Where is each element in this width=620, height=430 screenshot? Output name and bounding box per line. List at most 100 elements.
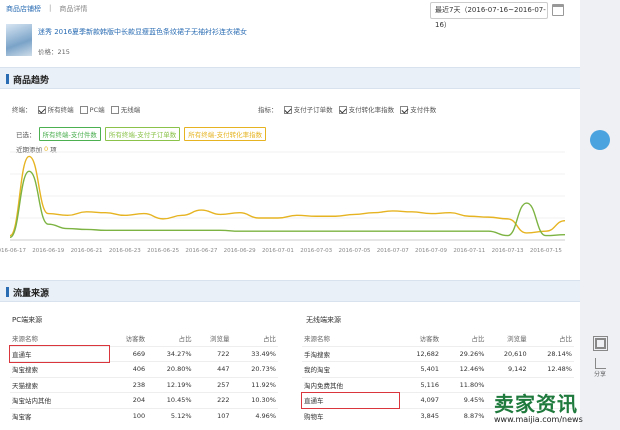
source-value: 5,401: [398, 361, 442, 377]
x-tick-label: 2016-06-17: [0, 248, 26, 254]
pc-col-header: 访客数: [125, 335, 146, 344]
table-row[interactable]: 淘宝搜索 406 20.80% 447 20.73%: [10, 361, 278, 377]
source-value: 29.26%: [441, 345, 487, 362]
pc-col-header: 占比: [263, 335, 276, 344]
x-tick-label: 2016-07-05: [338, 248, 370, 254]
x-tick-label: 2016-07-11: [453, 248, 485, 254]
option-label: PC端: [89, 106, 105, 114]
source-value: 9,142: [486, 361, 529, 377]
x-tick-label: 2016-06-25: [147, 248, 179, 254]
product-title[interactable]: 迷秀 2016夏季新款韩版中长款显瘦蓝色条纹裙子无袖衬衫连衣裙女: [38, 27, 247, 37]
metric-option-conversion[interactable]: 支付转化率指数: [338, 104, 394, 114]
source-value: 257: [193, 376, 232, 393]
x-tick-label: 2016-06-29: [224, 248, 256, 254]
source-value: 4.96%: [231, 407, 278, 424]
source-value: 11.92%: [231, 376, 278, 393]
section-accent-bar: [6, 74, 9, 84]
source-value: 12.48%: [528, 361, 574, 377]
source-value: 33.49%: [231, 345, 278, 362]
source-name[interactable]: 淘宝搜索: [10, 361, 110, 377]
source-name[interactable]: 淘宝客: [10, 407, 110, 424]
x-tick-label: 2016-07-01: [262, 248, 294, 254]
source-value: 11.80%: [441, 376, 487, 393]
qrcode-icon[interactable]: [583, 336, 617, 351]
table-row[interactable]: 天猫搜索 238 12.19% 257 11.92%: [10, 376, 278, 393]
table-row[interactable]: 淘宝站内其他 204 10.45% 222 10.30%: [10, 392, 278, 408]
pc-col-header: 来源名称: [12, 335, 38, 344]
share-label: 分享: [593, 371, 606, 378]
table-row[interactable]: 直通车 669 34.27% 722 33.49%: [8, 345, 278, 363]
source-value: 20.80%: [147, 361, 194, 377]
breadcrumb-home[interactable]: 商品店铺榜: [6, 4, 41, 14]
source-value: 34.27%: [147, 345, 194, 362]
source-value: 447: [193, 361, 232, 377]
watermark-url: www.maijia.com/news: [494, 415, 583, 424]
x-tick-label: 2016-07-09: [415, 248, 447, 254]
breadcrumb: 商品店铺榜 | 商品详情: [6, 4, 87, 14]
selected-metrics: 已选： 所有终端-支付件数 所有终端-支付子订单数 所有终端-支付转化率指数: [16, 127, 270, 141]
mobile-col-header: 占比: [471, 335, 485, 344]
date-range-select[interactable]: 最近7天（2016-07-16~2016-07-16）: [430, 2, 548, 29]
metric-option-orders[interactable]: 支付子订单数: [283, 104, 333, 114]
source-name[interactable]: 直通车: [301, 391, 400, 409]
chip-orders[interactable]: 所有终端-支付子订单数: [104, 127, 181, 141]
checkbox-icon[interactable]: [37, 106, 46, 114]
breadcrumb-current: 商品详情: [59, 5, 88, 13]
x-tick-label: 2016-07-15: [530, 248, 562, 254]
source-value: 107: [193, 407, 232, 424]
section-header-traffic: 流量来源: [0, 280, 580, 302]
chip-items[interactable]: 所有终端-支付件数: [38, 127, 101, 141]
table-row[interactable]: 手淘搜索 12,682 29.26% 20,610 28.14%: [302, 345, 574, 362]
pc-panel-title: PC端来源: [12, 316, 43, 324]
source-value: 12,682: [398, 345, 442, 362]
calendar-icon[interactable]: [552, 4, 564, 16]
terminal-option-mobile[interactable]: 无线端: [110, 104, 140, 114]
terminal-option-all[interactable]: 所有终端: [37, 104, 74, 114]
option-label: 支付件数: [410, 106, 437, 114]
series-line-1[interactable]: [9, 170, 566, 239]
breadcrumb-separator: |: [49, 4, 52, 12]
terminal-option-pc[interactable]: PC端: [79, 104, 105, 114]
checkbox-icon[interactable]: [110, 106, 119, 114]
source-value: 12.19%: [147, 376, 194, 393]
share-button[interactable]: 分享: [583, 358, 617, 378]
checkbox-icon[interactable]: [79, 106, 88, 114]
source-name[interactable]: 直通车: [8, 345, 111, 363]
checkbox-icon[interactable]: [283, 106, 292, 114]
terminal-label: 终端：: [12, 106, 32, 114]
table-row[interactable]: 我的淘宝 5,401 12.46% 9,142 12.48%: [302, 361, 574, 377]
source-name[interactable]: 我的淘宝: [302, 361, 399, 377]
mobile-col-header: 浏览量: [507, 335, 527, 344]
source-name[interactable]: 天猫搜索: [10, 376, 110, 393]
table-row[interactable]: 淘宝客 100 5.12% 107 4.96%: [10, 407, 278, 424]
section-header-trend: 商品趋势: [0, 67, 580, 89]
source-value: 3,845: [398, 407, 442, 424]
checkbox-icon[interactable]: [400, 106, 409, 114]
x-tick-label: 2016-07-13: [492, 248, 524, 254]
source-value: 10.45%: [147, 392, 194, 408]
mobile-col-header: 来源名称: [304, 335, 330, 344]
feedback-bubble-icon[interactable]: [583, 130, 617, 150]
product-thumbnail[interactable]: [6, 24, 32, 56]
source-name[interactable]: 淘宝站内其他: [10, 392, 110, 408]
source-name[interactable]: 淘内免费其他: [302, 376, 399, 393]
source-value: 238: [109, 376, 148, 393]
checkbox-icon[interactable]: [338, 106, 347, 114]
terminal-options: 终端： 所有终端 PC端 无线端: [12, 104, 140, 114]
source-value: 669: [109, 345, 148, 362]
chip-conversion[interactable]: 所有终端-支付转化率指数: [184, 127, 267, 141]
section-title-traffic: 流量来源: [13, 289, 50, 299]
source-value: 20,610: [486, 345, 529, 362]
source-value: 100: [109, 407, 148, 424]
source-value: 4,097: [398, 392, 442, 408]
x-tick-label: 2016-06-21: [71, 248, 103, 254]
source-value: 8.87%: [441, 407, 487, 424]
option-label: 所有终端: [47, 106, 74, 114]
mobile-col-header: 占比: [559, 335, 572, 344]
watermark-text: 卖家资讯: [494, 392, 578, 416]
trend-chart[interactable]: 2016-06-17 2016-06-19 2016-06-21 2016-06-23…: [0, 148, 580, 266]
source-name[interactable]: 手淘搜索: [302, 345, 399, 362]
metric-option-items[interactable]: 支付件数: [400, 104, 436, 114]
source-value: 204: [109, 392, 148, 408]
source-name[interactable]: 购物车: [302, 407, 399, 424]
